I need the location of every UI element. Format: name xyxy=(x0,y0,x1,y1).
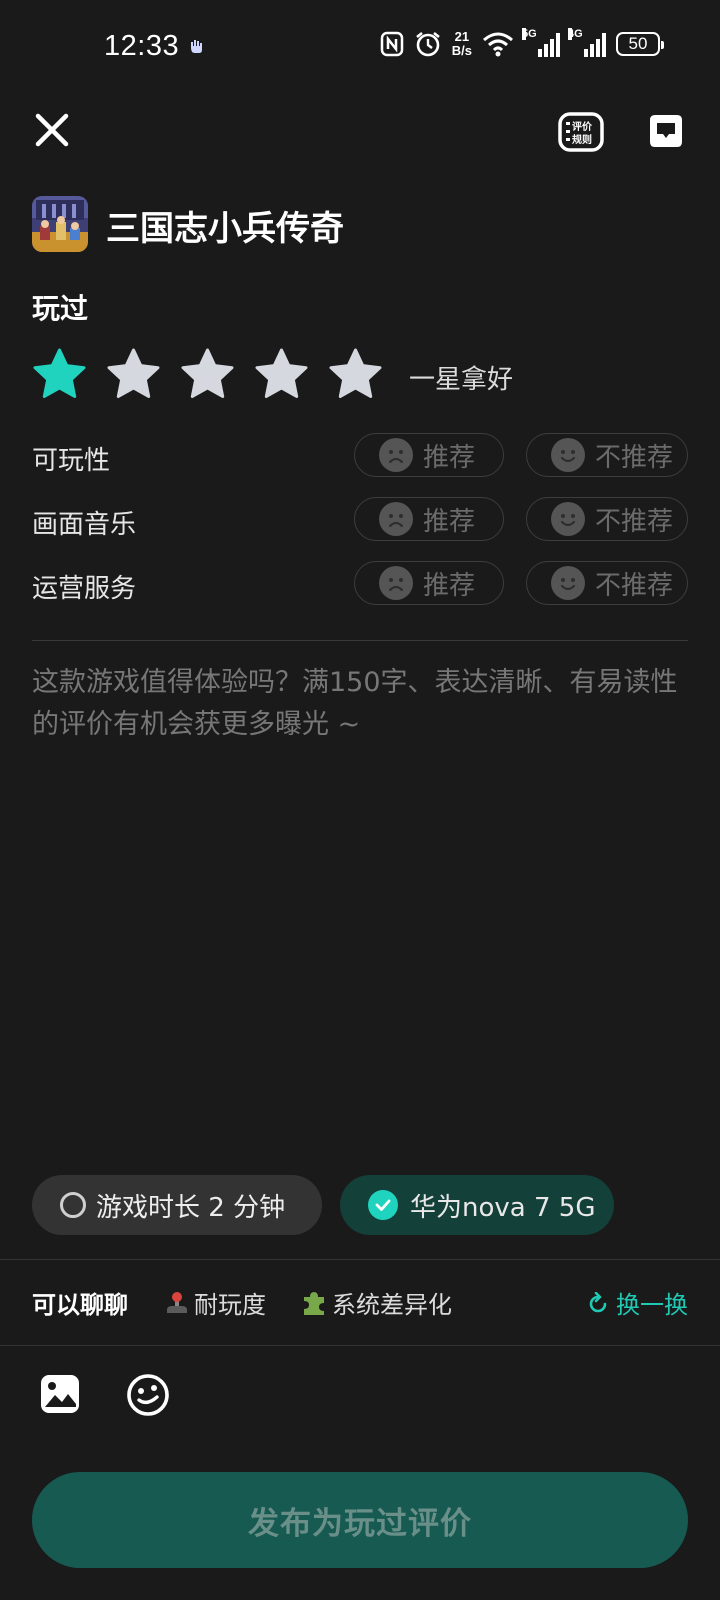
category-label-playability: 可玩性 xyxy=(32,446,111,476)
rules-icon: 评价 规则 xyxy=(558,112,604,152)
net-speed: 21 B/s xyxy=(452,30,472,58)
sad-face-icon xyxy=(379,502,413,536)
device-label: 华为nova 7 5G xyxy=(410,1192,596,1223)
topics-lead-label: 可以聊聊 xyxy=(32,1291,128,1319)
operations-not-recommend-button[interactable]: 不推荐 xyxy=(526,561,688,605)
checkmark-icon xyxy=(368,1190,398,1220)
emoji-icon xyxy=(127,1374,169,1416)
star-1[interactable] xyxy=(32,348,87,400)
comment-icon xyxy=(650,115,682,147)
game-title: 三国志小兵传奇 xyxy=(106,209,344,249)
graphics-music-not-recommend-button[interactable]: 不推荐 xyxy=(526,497,688,541)
net-speed-unit: B/s xyxy=(451,43,472,58)
rating-stars xyxy=(32,348,383,400)
puzzle-icon xyxy=(304,1291,324,1315)
swap-topics-button[interactable]: 换一换 xyxy=(588,1285,688,1320)
not-recommend-label: 不推荐 xyxy=(595,570,674,601)
net-speed-value: 21 xyxy=(454,29,470,44)
radio-unchecked-icon xyxy=(60,1192,86,1218)
gesture-icon xyxy=(188,38,206,58)
nfc-icon xyxy=(380,31,404,57)
sad-face-icon xyxy=(379,438,413,472)
not-recommend-label: 不推荐 xyxy=(595,506,674,537)
comments-button[interactable] xyxy=(646,112,686,152)
swap-label: 换一换 xyxy=(616,1291,688,1319)
topic-label: 耐玩度 xyxy=(194,1291,266,1319)
recommend-label: 推荐 xyxy=(423,570,476,601)
play-time-label: 游戏时长 2 分钟 xyxy=(96,1192,286,1223)
review-rules-button[interactable]: 评价 规则 xyxy=(558,112,604,152)
play-time-chip[interactable]: 游戏时长 2 分钟 xyxy=(32,1175,322,1235)
joystick-icon xyxy=(167,1291,187,1313)
signal-sim1-icon: 5G xyxy=(522,28,560,57)
star-5[interactable] xyxy=(328,348,383,400)
star-2[interactable] xyxy=(106,348,161,400)
insert-image-button[interactable] xyxy=(38,1372,82,1416)
not-recommend-label: 不推荐 xyxy=(595,442,674,473)
alarm-icon xyxy=(415,31,440,57)
wifi-icon xyxy=(483,32,513,57)
category-label-graphics-music: 画面音乐 xyxy=(32,510,137,540)
rules-label-line2: 规则 xyxy=(572,133,592,146)
image-icon xyxy=(41,1375,79,1413)
review-text-input[interactable]: 这款游戏值得体验吗？满150字、表达清晰、有易读性的评价有机会获更多曝光 ~ xyxy=(32,662,682,746)
divider xyxy=(32,640,688,641)
star-3[interactable] xyxy=(180,348,235,400)
recommend-label: 推荐 xyxy=(423,506,476,537)
close-icon xyxy=(35,113,69,147)
smile-face-icon xyxy=(551,438,585,472)
rules-label-line1: 评价 xyxy=(572,120,593,133)
publish-review-button[interactable]: 发布为玩过评价 xyxy=(32,1472,688,1568)
sim1-type: 5G xyxy=(522,28,537,40)
topic-label: 系统差异化 xyxy=(332,1291,452,1319)
status-time: 12:33 xyxy=(104,30,180,62)
playability-not-recommend-button[interactable]: 不推荐 xyxy=(526,433,688,477)
smile-face-icon xyxy=(551,566,585,600)
divider xyxy=(0,1345,720,1346)
device-chip[interactable]: 华为nova 7 5G xyxy=(340,1175,614,1235)
divider xyxy=(0,1259,720,1260)
refresh-icon xyxy=(589,1291,607,1312)
topic-suggestions: 可以聊聊 耐玩度 系统差异化 xyxy=(32,1285,486,1320)
close-button[interactable] xyxy=(32,110,72,150)
insert-emoji-button[interactable] xyxy=(125,1372,171,1418)
topic-durability[interactable]: 耐玩度 xyxy=(164,1285,266,1320)
category-label-operations: 运营服务 xyxy=(32,574,137,604)
playability-recommend-button[interactable]: 推荐 xyxy=(354,433,504,477)
signal-sim2-icon: 4G xyxy=(568,28,606,57)
smile-face-icon xyxy=(551,502,585,536)
graphics-music-recommend-button[interactable]: 推荐 xyxy=(354,497,504,541)
status-icons: 21 B/s 5G 4G 50 xyxy=(380,28,664,58)
play-status-label: 玩过 xyxy=(32,292,89,325)
recommend-label: 推荐 xyxy=(423,442,476,473)
star-4[interactable] xyxy=(254,348,309,400)
game-icon xyxy=(32,196,88,252)
rating-description: 一星拿好 xyxy=(409,365,514,395)
operations-recommend-button[interactable]: 推荐 xyxy=(354,561,504,605)
sad-face-icon xyxy=(379,566,413,600)
battery-indicator: 50 xyxy=(616,32,664,56)
topic-system-difference[interactable]: 系统差异化 xyxy=(300,1285,452,1320)
sim2-type: 4G xyxy=(568,28,583,40)
